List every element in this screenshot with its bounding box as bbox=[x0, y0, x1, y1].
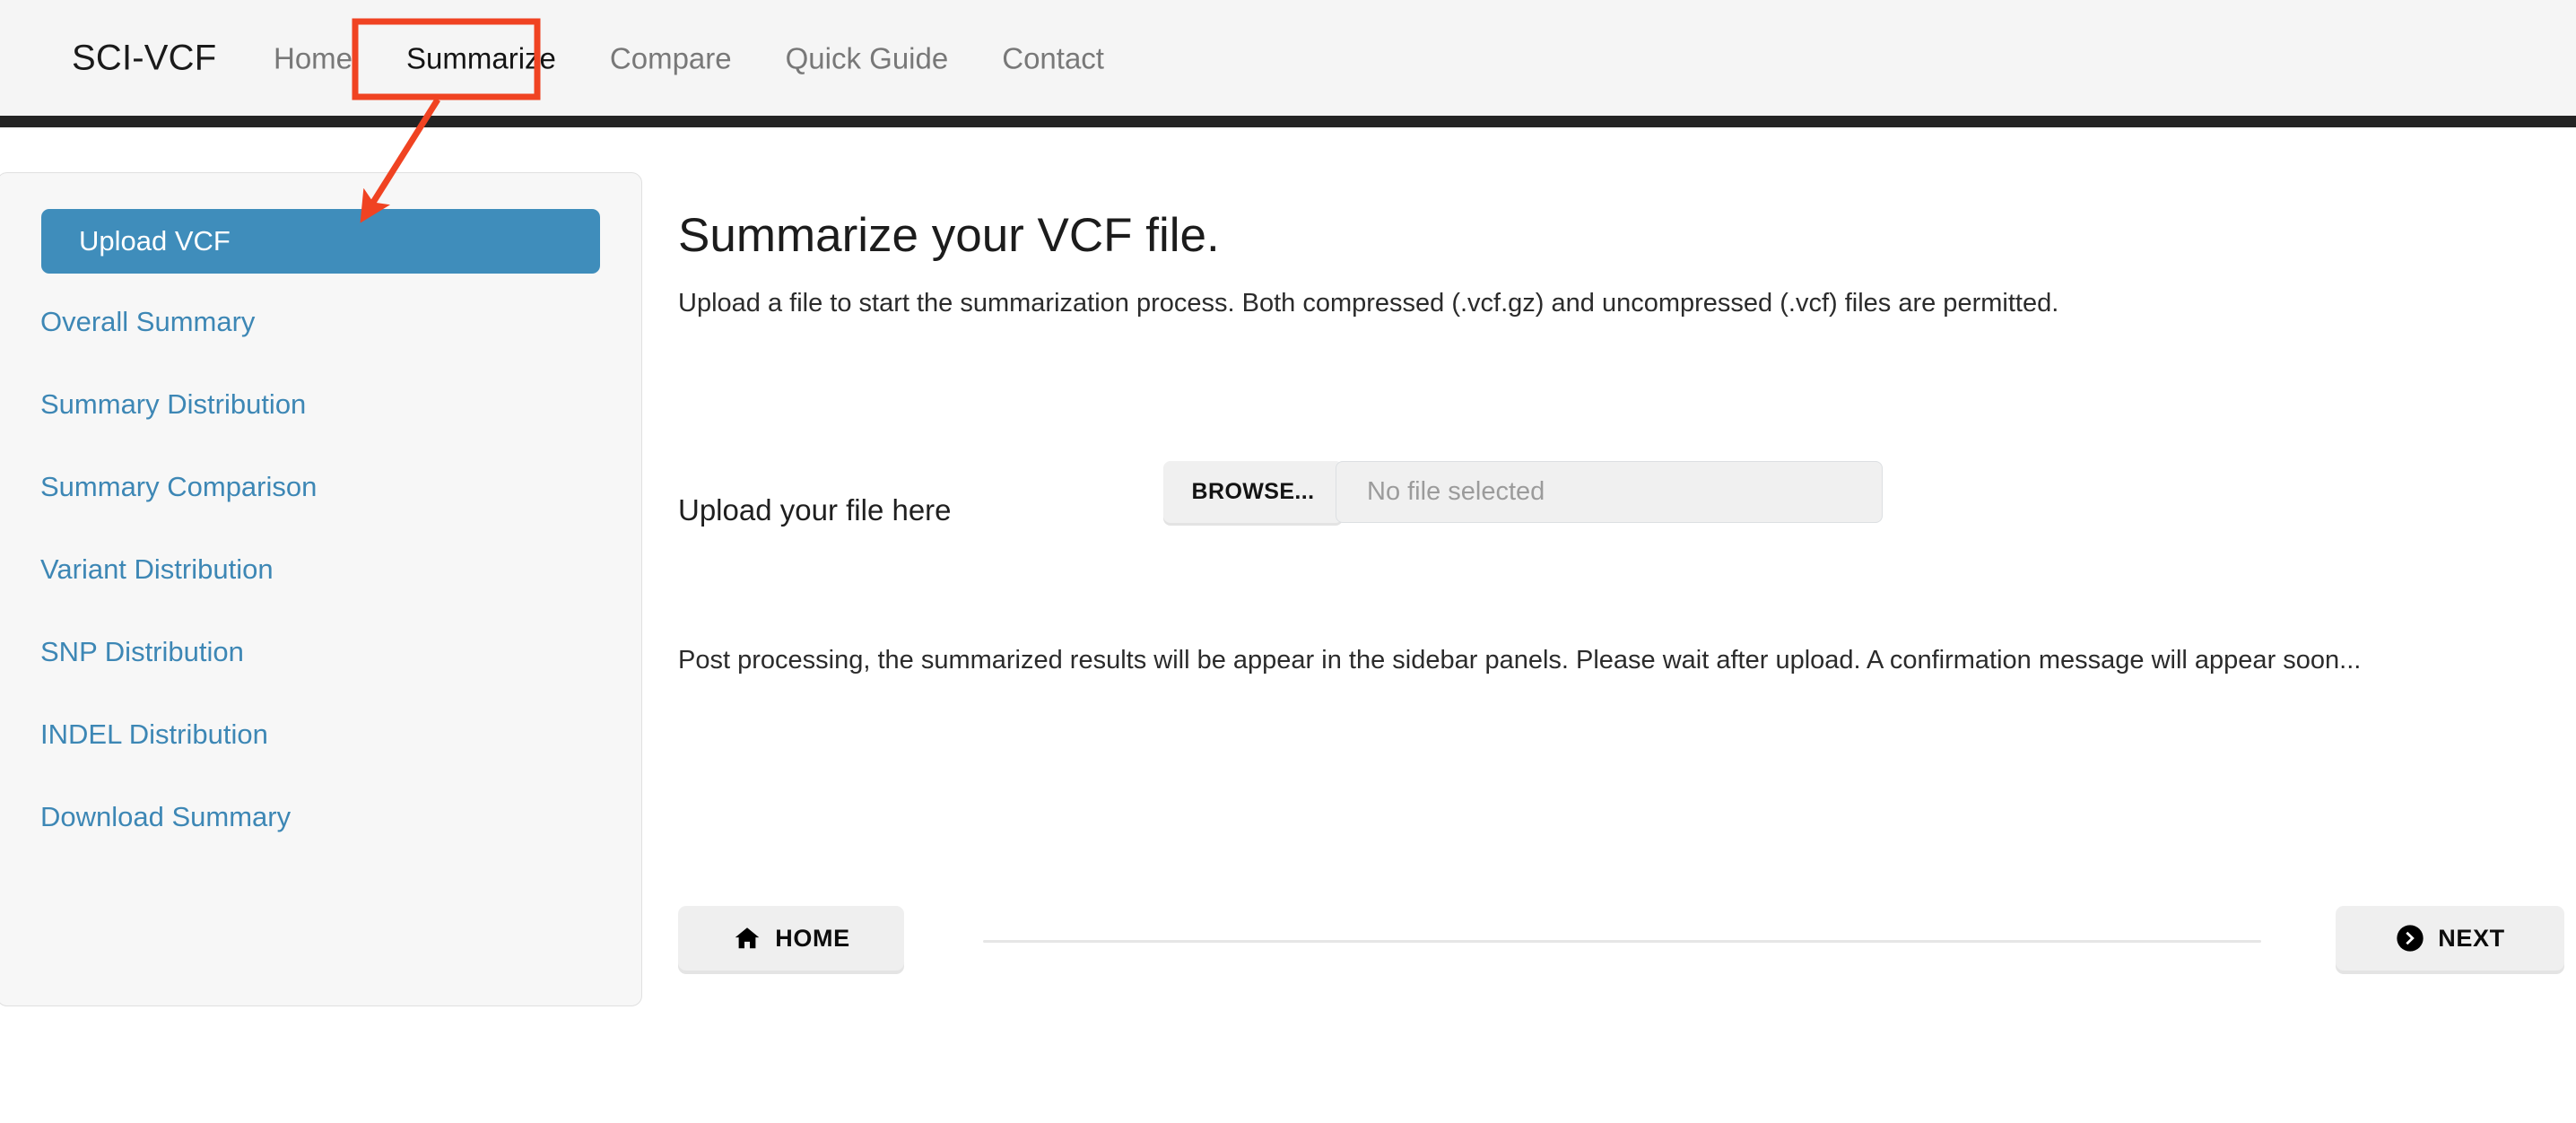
sidebar-item-snp-distribution[interactable]: SNP Distribution bbox=[40, 635, 601, 669]
sidebar-item-indel-distribution[interactable]: INDEL Distribution bbox=[40, 718, 601, 752]
sidebar-panel: Upload VCF Overall Summary Summary Distr… bbox=[0, 172, 642, 1006]
sidebar-item-summary-distribution[interactable]: Summary Distribution bbox=[40, 387, 601, 422]
selected-file-display[interactable]: No file selected bbox=[1336, 461, 1883, 523]
footer-navigation: HOME NEXT bbox=[678, 906, 2564, 987]
page-title: Summarize your VCF file. bbox=[678, 209, 1220, 262]
post-processing-note: Post processing, the summarized results … bbox=[678, 646, 2362, 675]
sidebar-item-download-summary[interactable]: Download Summary bbox=[40, 800, 601, 834]
navbar: SCI-VCF Home Summarize Compare Quick Gui… bbox=[0, 0, 2576, 116]
sidebar-item-upload-vcf[interactable]: Upload VCF bbox=[41, 209, 600, 274]
upload-field-label: Upload your file here bbox=[678, 493, 952, 527]
next-button-label: NEXT bbox=[2438, 924, 2505, 952]
footer-divider bbox=[983, 940, 2261, 943]
file-upload-widget[interactable]: BROWSE... No file selected bbox=[1163, 461, 1883, 523]
sidebar-item-overall-summary[interactable]: Overall Summary bbox=[40, 305, 601, 339]
home-icon bbox=[732, 923, 762, 953]
main-content: Summarize your VCF file. Upload a file t… bbox=[678, 172, 2564, 1069]
browse-button[interactable]: BROWSE... bbox=[1163, 461, 1343, 523]
nav-link-quick-guide[interactable]: Quick Guide bbox=[759, 43, 976, 73]
sidebar-item-variant-distribution[interactable]: Variant Distribution bbox=[40, 553, 601, 587]
brand-logo[interactable]: SCI-VCF bbox=[72, 38, 216, 78]
home-button[interactable]: HOME bbox=[678, 906, 904, 971]
navbar-accent-bar bbox=[0, 116, 2576, 127]
upload-row: Upload your file here BROWSE... No file … bbox=[678, 461, 2562, 551]
chevron-right-circle-icon bbox=[2395, 923, 2425, 953]
page-subtitle: Upload a file to start the summarization… bbox=[678, 289, 2059, 318]
main-navigation: Home Summarize Compare Quick Guide Conta… bbox=[247, 43, 1131, 73]
next-button[interactable]: NEXT bbox=[2336, 906, 2564, 971]
nav-link-compare[interactable]: Compare bbox=[583, 43, 759, 73]
home-button-label: HOME bbox=[775, 924, 850, 952]
sidebar-item-summary-comparison[interactable]: Summary Comparison bbox=[40, 470, 601, 504]
nav-link-home[interactable]: Home bbox=[247, 43, 379, 73]
nav-link-contact[interactable]: Contact bbox=[975, 43, 1131, 73]
nav-link-summarize[interactable]: Summarize bbox=[379, 43, 583, 73]
